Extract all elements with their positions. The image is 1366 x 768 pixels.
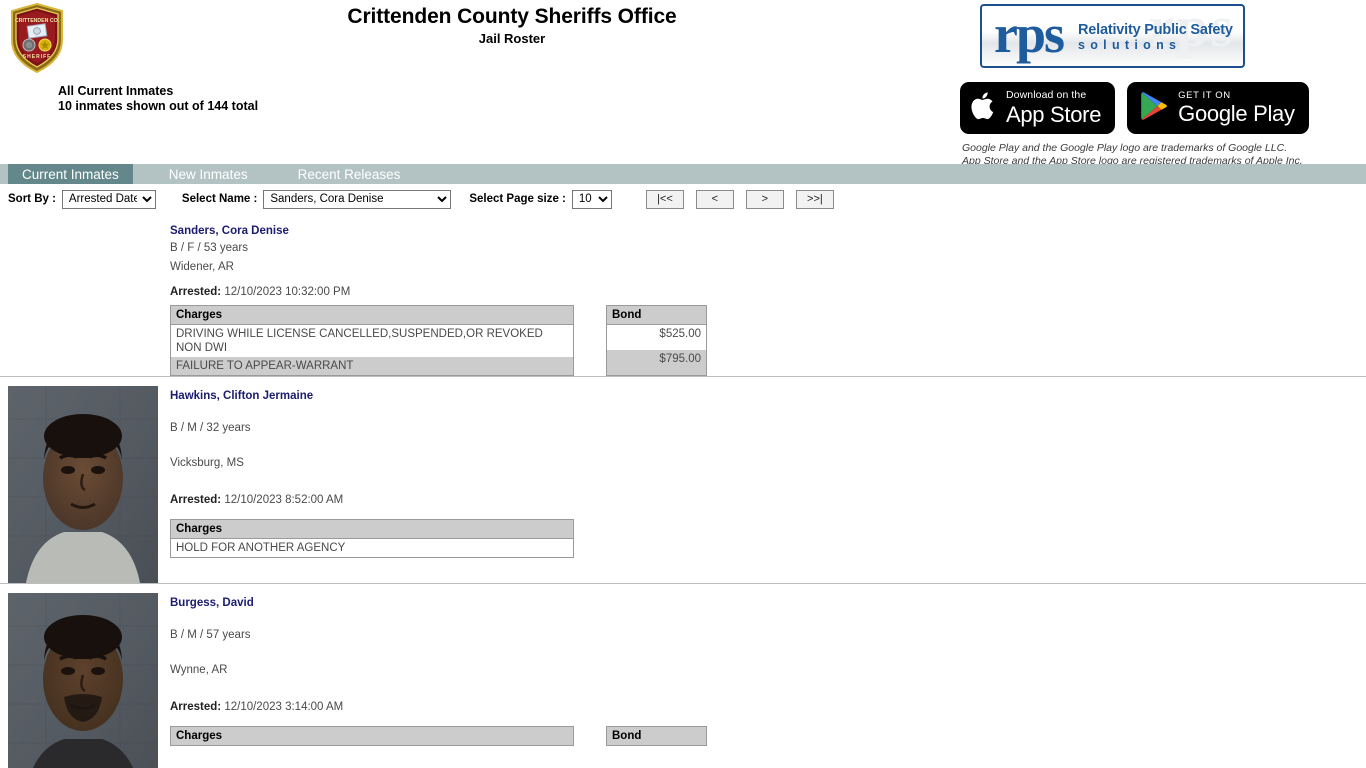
inmate-arrested-date: Arrested: 12/10/2023 8:52:00 AM [170, 494, 344, 506]
inmate-photo-cell [0, 218, 170, 376]
charges-header: Charges [170, 726, 574, 746]
rps-tagline: Relativity Public Safety solutions [1078, 22, 1233, 53]
bond-table: Bond $525.00 $795.00 [606, 305, 707, 376]
inmate-name-link[interactable]: Sanders, Cora Denise [170, 225, 289, 237]
select-name-select[interactable]: Sanders, Cora Denise [263, 189, 452, 209]
store-badges: Download on the App Store GET IT ON Goog… [960, 82, 1309, 134]
inmate-name-link[interactable]: Burgess, David [170, 597, 254, 609]
mugshot-image [8, 386, 158, 583]
trademark-line-1: Google Play and the Google Play logo are… [962, 142, 1288, 154]
bond-header: Bond [606, 726, 707, 746]
jail-roster-page: CRITTENDEN CO. SHERIFF Crittenden County… [0, 0, 1366, 768]
charges-table: Charges [170, 726, 574, 746]
charge-text: HOLD FOR ANOTHER AGENCY [176, 542, 346, 554]
apple-icon [971, 90, 997, 127]
charge-row: FAILURE TO APPEAR-WARRANT [170, 357, 574, 376]
filter-toolbar: Sort By : Arrested Date Select Name : Sa… [0, 188, 834, 210]
bond-table: Bond [606, 726, 707, 746]
arrested-label: Arrested: [170, 286, 225, 298]
sort-by-select[interactable]: Arrested Date [61, 189, 156, 209]
svg-text:SHERIFF: SHERIFF [23, 54, 51, 60]
bond-amount: $795.00 [606, 350, 707, 376]
inmate-record: Sanders, Cora Denise B / F / 53 years Wide… [0, 212, 1366, 376]
pager-first-button[interactable]: |<< [645, 189, 684, 209]
inmate-details: Sanders, Cora Denise B / F / 53 years Wide… [170, 218, 1366, 376]
pager-prev-button[interactable]: < [695, 189, 734, 209]
app-store-label: Download on the App Store [1006, 90, 1101, 126]
branding-block: rps rps Relativity Public Safety solutio… [960, 4, 1360, 167]
sort-by-label: Sort By : [8, 193, 56, 205]
charges-table: Charges DRIVING WHILE LICENSE CANCELLED,S… [170, 305, 574, 376]
inmate-city-state: Wynne, AR [170, 664, 228, 676]
charges-bond-tables: Charges DRIVING WHILE LICENSE CANCELLED,S… [170, 305, 1366, 376]
google-play-big-text: Google Play [1178, 101, 1295, 127]
inmate-demographics: B / M / 32 years [170, 422, 251, 434]
tab-recent-releases[interactable]: Recent Releases [284, 164, 415, 184]
google-play-button[interactable]: GET IT ON Google Play [1127, 82, 1309, 134]
page-title: Crittenden County Sheriffs Office [347, 5, 677, 28]
charges-table: Charges HOLD FOR ANOTHER AGENCY [170, 519, 574, 558]
pager-last-button[interactable]: >>| [795, 189, 834, 209]
page-size-select[interactable]: 10 [571, 189, 612, 209]
inmate-city-state: Widener, AR [170, 261, 234, 273]
inmate-arrested-date: Arrested: 12/10/2023 10:32:00 PM [170, 286, 351, 298]
pager-next-button[interactable]: > [745, 189, 784, 209]
inmate-arrested-date: Arrested: 12/10/2023 3:14:00 AM [170, 701, 344, 713]
tab-new-inmates[interactable]: New Inmates [155, 164, 262, 184]
google-play-label: GET IT ON Google Play [1178, 91, 1295, 126]
bond-header: Bond [606, 305, 707, 325]
inmate-demographics: B / M / 57 years [170, 629, 251, 641]
roster-summary: All Current Inmates 10 inmates shown out… [58, 84, 258, 114]
rps-logo[interactable]: rps rps Relativity Public Safety solutio… [980, 4, 1245, 68]
app-store-button[interactable]: Download on the App Store [960, 82, 1116, 134]
arrested-label: Arrested: [170, 494, 225, 506]
inmate-photo-cell [0, 590, 170, 768]
inmate-demographics: B / F / 53 years [170, 242, 248, 254]
inmate-details: Burgess, David B / M / 57 years Wynne, AR A… [170, 590, 1366, 768]
summary-line-2: 10 inmates shown out of 144 total [58, 99, 259, 113]
page-size-label: Select Page size : [469, 193, 566, 205]
charge-row: HOLD FOR ANOTHER AGENCY [171, 539, 574, 558]
inmate-photo-cell [0, 383, 170, 583]
bond-row: $525.00 [607, 325, 707, 351]
inmate-record: Burgess, David B / M / 57 years Wynne, AR A… [0, 583, 1366, 768]
page-header: CRITTENDEN CO. SHERIFF Crittenden County… [0, 0, 1366, 167]
bond-row: $795.00 [606, 350, 707, 376]
charges-header: Charges [170, 305, 574, 325]
charges-bond-tables: Charges Bond [170, 726, 1366, 746]
inmate-city-state: Vicksburg, MS [170, 457, 244, 469]
tab-left-spacer [0, 164, 8, 184]
page-subtitle: Jail Roster [478, 31, 546, 46]
charge-text: FAILURE TO APPEAR-WARRANT [170, 357, 574, 376]
inmate-list: Sanders, Cora Denise B / F / 53 years Wide… [0, 212, 1366, 768]
arrested-label: Arrested: [170, 701, 225, 713]
tab-current-inmates[interactable]: Current Inmates [8, 164, 133, 184]
rps-tagline-line1: Relativity Public Safety [1078, 22, 1233, 38]
app-store-big-text: App Store [1006, 101, 1102, 127]
select-name-label: Select Name : [181, 193, 258, 205]
google-play-small-text: GET IT ON [1178, 89, 1231, 101]
summary-line-1: All Current Inmates [58, 84, 174, 98]
inmate-record: Hawkins, Clifton Jermaine B / M / 32 year… [0, 376, 1366, 583]
charges-bond-tables: Charges HOLD FOR ANOTHER AGENCY [170, 519, 1366, 558]
app-store-small-text: Download on the [1006, 89, 1087, 102]
rps-tagline-line2: solutions [1078, 38, 1182, 52]
google-play-icon [1139, 90, 1169, 127]
bond-amount: $525.00 [659, 328, 701, 340]
charge-text: DRIVING WHILE LICENSE CANCELLED,SUSPENDE… [176, 328, 543, 354]
charge-row: DRIVING WHILE LICENSE CANCELLED,SUSPENDE… [171, 325, 574, 358]
rps-wordmark: rps [994, 4, 1065, 64]
pagination: |<< < > >>| [645, 189, 834, 209]
inmate-name-link[interactable]: Hawkins, Clifton Jermaine [170, 390, 313, 402]
mugshot-image [8, 593, 158, 768]
page-title-block: Crittenden County Sheriffs Office Jail R… [0, 4, 1024, 47]
inmate-details: Hawkins, Clifton Jermaine B / M / 32 year… [170, 383, 1366, 583]
charges-header: Charges [170, 519, 574, 539]
main-tabs: Current Inmates New Inmates Recent Relea… [0, 164, 1366, 184]
